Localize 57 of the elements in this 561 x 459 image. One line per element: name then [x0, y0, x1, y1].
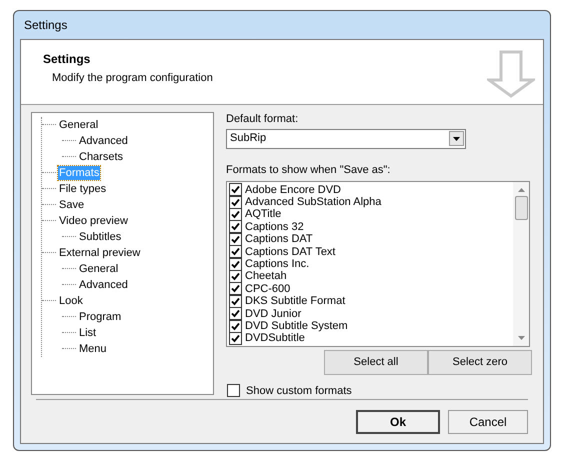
- scrollbar[interactable]: [513, 182, 529, 346]
- format-item[interactable]: Captions DAT Text: [245, 246, 336, 258]
- scroll-down-icon[interactable]: [518, 336, 524, 340]
- format-item[interactable]: DKS Subtitle Format: [245, 295, 346, 308]
- format-item[interactable]: Advanced SubStation Alpha: [245, 196, 382, 208]
- scroll-up-icon[interactable]: [518, 188, 524, 192]
- format-item[interactable]: Captions Inc.: [245, 258, 310, 270]
- checkbox[interactable]: [229, 258, 242, 271]
- header-subtitle: Modify the program configuration: [51, 70, 213, 86]
- default-format-label: Default format:: [226, 112, 300, 126]
- tree-item[interactable]: Charsets: [78, 150, 124, 164]
- checkbox[interactable]: [229, 220, 242, 234]
- checkbox[interactable]: [229, 307, 242, 320]
- tree-item[interactable]: Subtitles: [78, 230, 122, 244]
- checkbox[interactable]: [227, 384, 240, 398]
- format-item[interactable]: DVD Subtitle System: [245, 320, 348, 332]
- tree-item[interactable]: External preview: [58, 246, 142, 260]
- checkbox[interactable]: [229, 270, 242, 283]
- tree-item[interactable]: Program: [78, 310, 122, 324]
- format-item[interactable]: DVDSubtitle: [245, 332, 305, 344]
- checkbox[interactable]: [229, 208, 242, 221]
- select-button[interactable]: Select zero: [428, 350, 532, 374]
- format-item[interactable]: DVD Junior: [245, 308, 302, 320]
- checkbox[interactable]: [229, 183, 242, 196]
- tree-item[interactable]: File types: [58, 182, 108, 196]
- format-item[interactable]: AQTitle: [245, 208, 282, 220]
- select-button[interactable]: Select all: [324, 350, 428, 374]
- format-item[interactable]: Captions DAT: [245, 233, 313, 246]
- tree-item[interactable]: Menu: [78, 342, 108, 356]
- format-item[interactable]: Cheetah: [245, 270, 287, 282]
- show-custom-label: Show custom formats: [246, 384, 352, 398]
- tree-item[interactable]: Video preview: [58, 214, 129, 228]
- down-arrow-icon: [487, 50, 535, 98]
- header-title: Settings: [43, 50, 92, 68]
- tree-item[interactable]: Look: [58, 294, 84, 308]
- checkbox[interactable]: [229, 320, 242, 332]
- format-dropdown[interactable]: SubRip: [226, 128, 466, 148]
- format-item[interactable]: Adobe Encore DVD: [245, 184, 341, 196]
- checkbox[interactable]: [229, 282, 242, 296]
- checkbox[interactable]: [229, 294, 242, 308]
- checkbox[interactable]: [229, 332, 242, 345]
- tree-item[interactable]: General: [58, 118, 100, 132]
- tree-item[interactable]: List: [78, 326, 98, 340]
- checkbox[interactable]: [229, 232, 242, 246]
- tree-item[interactable]: General: [78, 262, 120, 276]
- tree-item[interactable]: Advanced: [78, 134, 129, 148]
- format-item[interactable]: Captions 32: [245, 220, 304, 233]
- formats-label: Formats to show when "Save as":: [226, 162, 392, 176]
- checkbox[interactable]: [229, 196, 242, 209]
- dialog-button[interactable]: Ok: [356, 410, 440, 434]
- window-title: Settings: [24, 16, 68, 34]
- dialog-button[interactable]: Cancel: [448, 410, 528, 434]
- checkbox[interactable]: [229, 245, 242, 258]
- tree-item[interactable]: Save: [58, 198, 86, 212]
- tree-item[interactable]: Advanced: [78, 278, 129, 292]
- format-item[interactable]: CPC-600: [245, 282, 290, 295]
- scrollbar-thumb[interactable]: [514, 196, 528, 220]
